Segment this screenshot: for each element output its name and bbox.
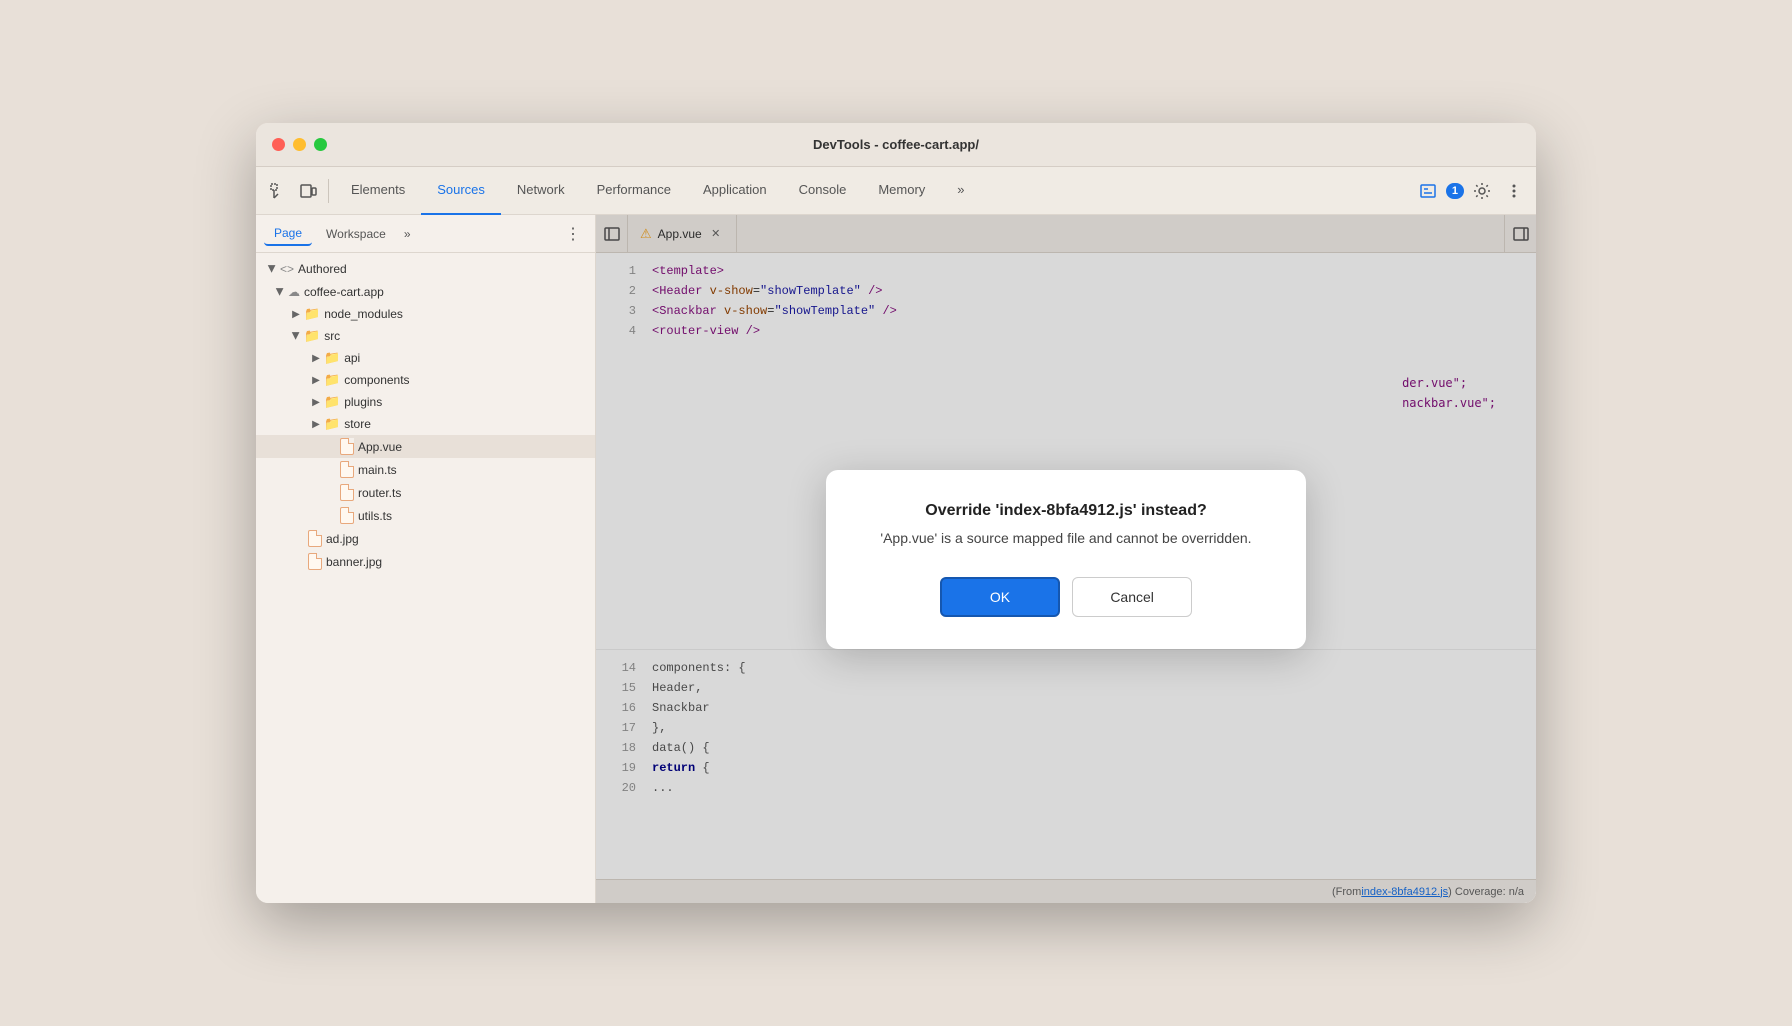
window-title: DevTools - coffee-cart.app/ xyxy=(813,137,979,152)
settings-icon[interactable] xyxy=(1468,177,1496,205)
ad-jpg-label: ad.jpg xyxy=(326,532,359,546)
toolbar-tabs: Elements Sources Network Performance App… xyxy=(335,167,1412,215)
close-button[interactable] xyxy=(272,138,285,151)
maximize-button[interactable] xyxy=(314,138,327,151)
app-vue-file-icon xyxy=(340,438,354,455)
store-label: store xyxy=(344,417,371,431)
panel-actions: ⋮ xyxy=(559,220,587,248)
traffic-lights xyxy=(272,138,327,151)
file-tree: ▶ <> Authored ▶ ☁ coffee-cart.app ▶ 📁 no… xyxy=(256,253,595,903)
src-arrow: ▶ xyxy=(288,328,304,344)
plugins-arrow: ▶ xyxy=(308,394,324,410)
store-folder-icon: 📁 xyxy=(324,416,340,432)
panel-tab-page[interactable]: Page xyxy=(264,222,312,246)
tab-console[interactable]: Console xyxy=(783,167,863,215)
tree-item-utils-ts[interactable]: ▶ utils.ts xyxy=(256,504,595,527)
dialog-ok-button[interactable]: OK xyxy=(940,577,1060,617)
tree-item-root[interactable]: ▶ ☁ coffee-cart.app xyxy=(256,281,595,303)
tree-item-api[interactable]: ▶ 📁 api xyxy=(256,347,595,369)
src-label: src xyxy=(324,329,340,343)
tree-item-store[interactable]: ▶ 📁 store xyxy=(256,413,595,435)
tab-network[interactable]: Network xyxy=(501,167,581,215)
main-content: Page Workspace » ⋮ ▶ <> Authored xyxy=(256,215,1536,903)
main-ts-label: main.ts xyxy=(358,463,397,477)
banner-jpg-label: banner.jpg xyxy=(326,555,382,569)
minimize-button[interactable] xyxy=(293,138,306,151)
authored-section[interactable]: ▶ <> Authored xyxy=(256,257,595,281)
more-options-icon[interactable] xyxy=(1500,177,1528,205)
tab-more[interactable]: » xyxy=(941,167,980,215)
tree-item-components[interactable]: ▶ 📁 components xyxy=(256,369,595,391)
dialog-title: Override 'index-8bfa4912.js' instead? xyxy=(866,502,1266,520)
tree-item-banner-jpg[interactable]: ▶ banner.jpg xyxy=(256,550,595,573)
node-modules-label: node_modules xyxy=(324,307,403,321)
store-arrow: ▶ xyxy=(308,416,324,432)
tree-item-src[interactable]: ▶ 📁 src xyxy=(256,325,595,347)
panel-more-icon[interactable]: ⋮ xyxy=(559,220,587,248)
tree-item-plugins[interactable]: ▶ 📁 plugins xyxy=(256,391,595,413)
router-ts-label: router.ts xyxy=(358,486,401,500)
utils-ts-label: utils.ts xyxy=(358,509,392,523)
tree-item-router-ts[interactable]: ▶ router.ts xyxy=(256,481,595,504)
devtools-toolbar: Elements Sources Network Performance App… xyxy=(256,167,1536,215)
api-arrow: ▶ xyxy=(308,350,324,366)
src-folder-icon: 📁 xyxy=(304,328,320,344)
plugins-folder-icon: 📁 xyxy=(324,394,340,410)
tab-elements[interactable]: Elements xyxy=(335,167,421,215)
tree-item-main-ts[interactable]: ▶ main.ts xyxy=(256,458,595,481)
components-label: components xyxy=(344,373,409,387)
router-ts-file-icon xyxy=(340,484,354,501)
dialog-buttons: OK Cancel xyxy=(866,577,1266,617)
panel-tab-workspace[interactable]: Workspace xyxy=(316,223,396,245)
tab-application[interactable]: Application xyxy=(687,167,783,215)
tab-memory[interactable]: Memory xyxy=(862,167,941,215)
panel-tabs: Page Workspace » ⋮ xyxy=(256,215,595,253)
authored-arrow: ▶ xyxy=(264,261,280,277)
cloud-icon: ☁ xyxy=(288,285,300,299)
right-panel: ⚠ App.vue ✕ 1 <template> xyxy=(596,215,1536,903)
dialog-cancel-button[interactable]: Cancel xyxy=(1072,577,1192,617)
toolbar-right: 1 xyxy=(1414,177,1528,205)
root-arrow: ▶ xyxy=(272,284,288,300)
panel-tab-more[interactable]: » xyxy=(400,223,415,245)
folder-icon: 📁 xyxy=(304,306,320,322)
dialog-overlay: Override 'index-8bfa4912.js' instead? 'A… xyxy=(596,215,1536,903)
dialog-message: 'App.vue' is a source mapped file and ca… xyxy=(866,528,1266,549)
tab-sources[interactable]: Sources xyxy=(421,167,501,215)
tab-performance[interactable]: Performance xyxy=(581,167,687,215)
console-icon[interactable] xyxy=(1414,177,1442,205)
console-badge: 1 xyxy=(1446,183,1464,199)
api-label: api xyxy=(344,351,360,365)
node-modules-arrow: ▶ xyxy=(288,306,304,322)
dialog: Override 'index-8bfa4912.js' instead? 'A… xyxy=(826,470,1306,649)
code-icon: <> xyxy=(280,262,294,276)
devtools-window: DevTools - coffee-cart.app/ Elements Sou… xyxy=(256,123,1536,903)
ad-jpg-file-icon xyxy=(308,530,322,547)
components-arrow: ▶ xyxy=(308,372,324,388)
device-toolbar-icon[interactable] xyxy=(294,177,322,205)
tree-item-app-vue[interactable]: ▶ App.vue xyxy=(256,435,595,458)
authored-label: Authored xyxy=(298,262,347,276)
title-bar: DevTools - coffee-cart.app/ xyxy=(256,123,1536,167)
tree-item-node-modules[interactable]: ▶ 📁 node_modules xyxy=(256,303,595,325)
plugins-label: plugins xyxy=(344,395,382,409)
root-label: coffee-cart.app xyxy=(304,285,384,299)
components-folder-icon: 📁 xyxy=(324,372,340,388)
main-ts-file-icon xyxy=(340,461,354,478)
app-vue-label: App.vue xyxy=(358,440,402,454)
utils-ts-file-icon xyxy=(340,507,354,524)
inspect-element-icon[interactable] xyxy=(264,177,292,205)
tree-item-ad-jpg[interactable]: ▶ ad.jpg xyxy=(256,527,595,550)
api-folder-icon: 📁 xyxy=(324,350,340,366)
left-panel: Page Workspace » ⋮ ▶ <> Authored xyxy=(256,215,596,903)
banner-jpg-file-icon xyxy=(308,553,322,570)
toolbar-separator xyxy=(328,179,329,203)
